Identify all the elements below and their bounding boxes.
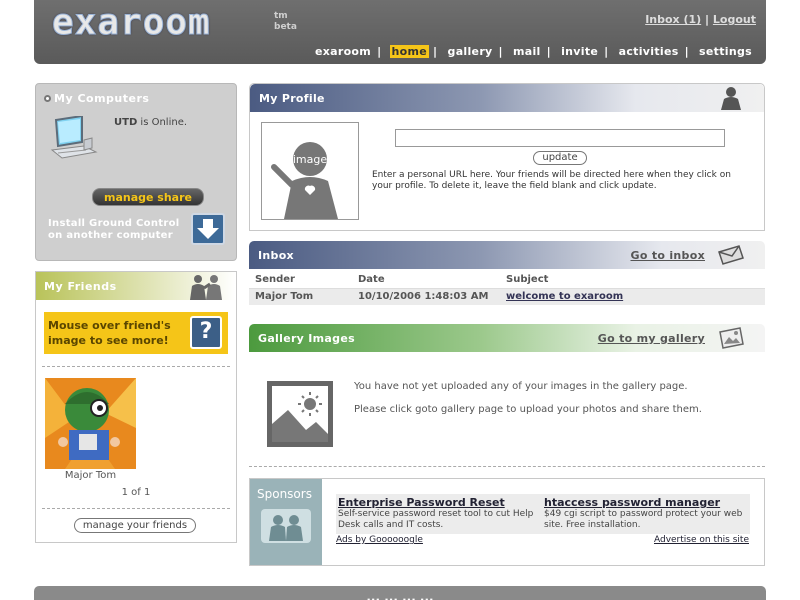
nav-separator: | [684, 45, 689, 58]
gallery-empty-message: You have not yet uploaded any of your im… [354, 381, 688, 392]
inbox-panel: Inbox Go to inbox Sender Date Subject Ma… [249, 241, 765, 316]
inbox-link[interactable]: Inbox (1) [645, 13, 701, 26]
logout-link[interactable]: Logout [713, 13, 756, 26]
my-computers-title-text: My Computers [54, 92, 150, 105]
image-placeholder-icon [267, 381, 333, 447]
personal-url-input[interactable] [395, 129, 725, 147]
gallery-title: Gallery Images [258, 332, 355, 345]
friends-hint-box: Mouse over friend's image to see more! ? [44, 312, 228, 354]
go-to-inbox-link[interactable]: Go to inbox [631, 249, 706, 262]
logo-badge: tm beta [274, 11, 297, 33]
my-profile-title: My Profile [259, 92, 325, 105]
inbox-header: Inbox Go to inbox [249, 241, 765, 269]
nav-home[interactable]: home [389, 45, 430, 58]
nav-separator: | [604, 45, 609, 58]
column-sender: Sender [249, 272, 352, 289]
nav-exaroom[interactable]: exaroom [313, 45, 373, 58]
friends-icon [190, 275, 222, 300]
my-computers-title: My Computers [44, 92, 149, 105]
message-subject: welcome to exaroom [500, 288, 765, 305]
envelope-icon [718, 245, 744, 265]
nav-separator: | [377, 45, 382, 58]
logo-beta-text: beta [274, 22, 297, 32]
friend-avatar[interactable] [45, 378, 136, 469]
manage-share-button[interactable]: manage share [92, 188, 204, 206]
logo-tm-text: tm [274, 11, 288, 21]
my-computers-panel: My Computers UTD is Online. manage share… [35, 83, 237, 261]
friends-hint-text: Mouse over friend's image to see more! [48, 319, 171, 347]
nav-settings[interactable]: settings [697, 45, 754, 58]
computer-status: UTD is Online. [114, 117, 187, 128]
message-subject-link[interactable]: welcome to exaroom [506, 291, 623, 302]
divider [42, 366, 230, 367]
ad-text: Self-service password reset tool to cut … [338, 509, 534, 530]
sponsor-ad[interactable]: Enterprise Password Reset Self-service p… [338, 497, 548, 531]
sponsor-ads: Enterprise Password Reset Self-service p… [336, 494, 750, 534]
exaroom-logo[interactable]: exaroom [52, 2, 211, 44]
ads-by-google-link[interactable]: Ads by Goooooogle [336, 535, 423, 545]
nav-separator: | [433, 45, 438, 58]
inbox-table: Sender Date Subject Major Tom 10/10/2006… [249, 272, 765, 305]
my-profile-header: My Profile [250, 84, 764, 112]
manage-friends-button[interactable]: manage your friends [74, 518, 196, 533]
personal-url-help-text: Enter a personal URL here. Your friends … [372, 170, 731, 191]
ad-text: $49 cgi script to password protect your … [544, 509, 743, 530]
friend-name[interactable]: Major Tom [45, 470, 136, 481]
my-friends-title: My Friends [44, 280, 117, 293]
gallery-panel: Gallery Images Go to my gallery You have… [249, 324, 765, 468]
footer-text: ... ... ... ... [366, 590, 434, 600]
message-date: 10/10/2006 1:48:03 AM [352, 288, 500, 305]
download-arrow-icon[interactable] [191, 213, 225, 245]
column-date: Date [352, 272, 500, 289]
message-sender: Major Tom [249, 288, 352, 305]
ad-title[interactable]: htaccess password manager [544, 497, 750, 508]
table-row[interactable]: Major Tom 10/10/2006 1:48:03 AM welcome … [249, 288, 765, 305]
gallery-instructions: Please click goto gallery page to upload… [354, 404, 702, 415]
gallery-header: Gallery Images Go to my gallery [249, 324, 765, 352]
divider [249, 466, 765, 467]
bullet-icon [44, 95, 51, 102]
update-button[interactable]: update [533, 151, 587, 165]
inbox-title: Inbox [258, 249, 294, 262]
nav-invite[interactable]: invite [559, 45, 600, 58]
sponsors-panel: Sponsors Enterprise Password Reset Self-… [249, 478, 765, 566]
my-friends-header: My Friends [36, 272, 236, 300]
sponsors-sidebar: Sponsors [250, 479, 322, 565]
main-nav: exaroom | home | gallery | mail | invite | ac… [313, 45, 754, 58]
nav-mail[interactable]: mail [511, 45, 543, 58]
nav-separator: | [498, 45, 503, 58]
friends-pager: 1 of 1 [121, 487, 151, 498]
nav-gallery[interactable]: gallery [446, 45, 495, 58]
header-separator: | [705, 13, 710, 26]
person-icon [721, 87, 741, 110]
computer-name[interactable]: UTD [114, 117, 137, 128]
question-icon[interactable]: ? [190, 316, 222, 349]
advertise-link[interactable]: Advertise on this site [654, 535, 749, 545]
go-to-gallery-link[interactable]: Go to my gallery [598, 332, 705, 345]
my-friends-panel: My Friends Mouse over friend's image to … [35, 271, 237, 543]
computer-status-text: is Online. [137, 117, 188, 128]
nav-separator: | [546, 45, 551, 58]
site-footer: ... ... ... ... [34, 586, 766, 600]
column-subject: Subject [500, 272, 765, 289]
computer-icon [50, 116, 98, 159]
divider [42, 508, 230, 509]
header-links: Inbox (1) | Logout [645, 13, 756, 26]
ad-title[interactable]: Enterprise Password Reset [338, 497, 548, 508]
site-header: exaroom tm beta Inbox (1) | Logout exaro… [34, 0, 766, 64]
sponsor-ad[interactable]: htaccess password manager $49 cgi script… [544, 497, 750, 531]
nav-activities[interactable]: activities [617, 45, 681, 58]
profile-photo-label: image [293, 153, 327, 166]
my-profile-panel: My Profile image update Enter a personal… [249, 83, 765, 231]
profile-photo[interactable]: image [261, 122, 359, 220]
sponsors-title: Sponsors [257, 487, 312, 501]
handshake-icon [261, 509, 311, 543]
picture-icon [719, 327, 744, 349]
inbox-table-header: Sender Date Subject [249, 272, 765, 289]
install-ground-control-text[interactable]: Install Ground Control on another comput… [48, 218, 182, 242]
